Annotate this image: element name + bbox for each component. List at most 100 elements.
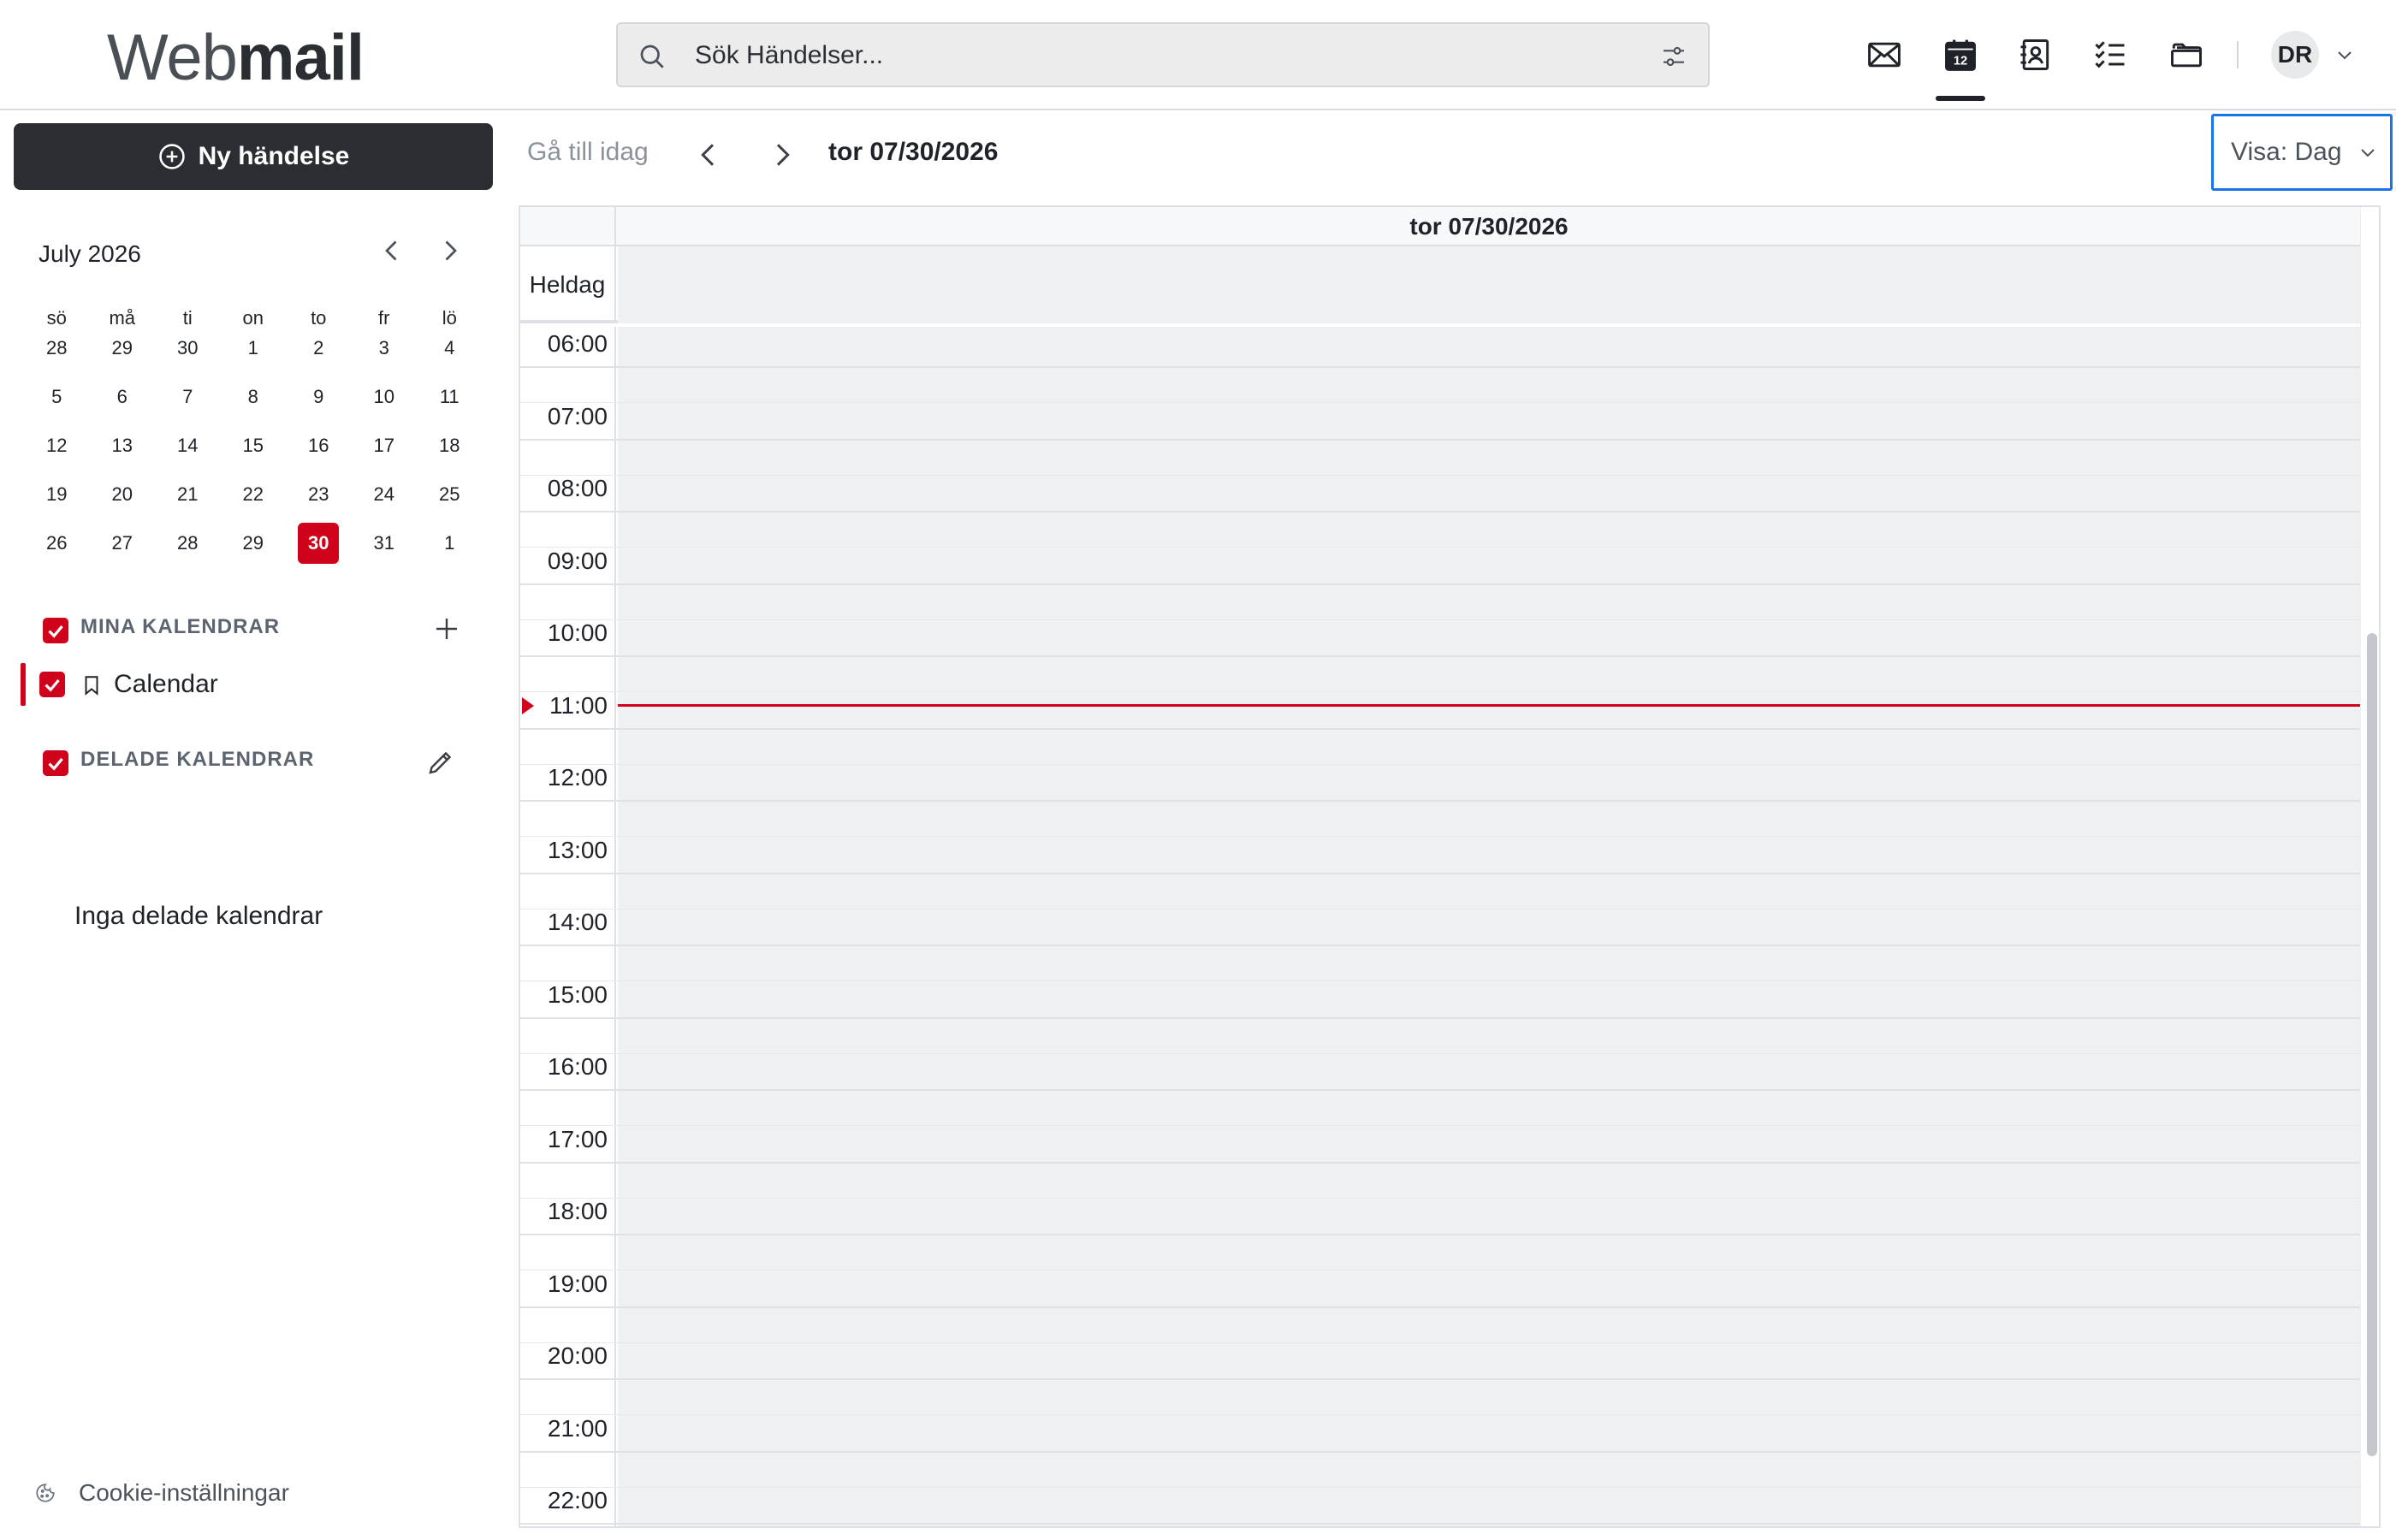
chevron-left-icon[interactable] [691,138,726,172]
mini-calendar-day[interactable]: 5 [24,380,90,429]
mini-calendar-day[interactable]: 6 [90,380,156,429]
half-hour-gridline [520,619,2360,620]
hour-label: 14:00 [547,909,608,935]
nav-tasks-button[interactable] [2088,33,2132,77]
mini-calendar-day[interactable]: 28 [155,526,221,575]
mini-calendar-day[interactable]: 30 [286,523,352,575]
mini-calendar-day[interactable]: 29 [90,331,156,380]
my-calendars-label: MINA KALENDRAR [80,615,281,638]
time-labels-column: 06:00 07:00 08:00 09:00 10:00 11:00 12:00 13:00… [520,327,616,1526]
mini-calendar-week: 26 27 28 29 30 31 1 [24,523,496,575]
chevron-right-icon[interactable] [435,235,466,266]
hour-label: 22:00 [547,1487,608,1513]
search-box [616,22,1710,87]
go-to-today-button[interactable]: Gå till idag [527,138,649,167]
hour-gridline [520,1089,2360,1091]
hour-gridline [520,872,2360,874]
webmail-logo[interactable]: Webmail [107,19,365,98]
mini-calendar-day[interactable]: 11 [417,380,483,429]
calendar-item-checkbox[interactable] [39,672,65,697]
hour-label: 13:00 [547,836,608,863]
my-calendars-checkbox[interactable] [43,618,68,643]
mini-calendar-day[interactable]: 13 [90,429,156,477]
new-event-label: Ny händelse [198,142,350,170]
mini-calendar-day[interactable]: 28 [24,331,90,380]
calendar-icon-day: 12 [1954,54,1967,68]
hour-label: 19:00 [547,1270,608,1297]
weekday-label: to [311,307,327,329]
mini-calendar-day[interactable]: 30 [155,331,221,380]
mini-calendar-day[interactable]: 29 [221,526,287,575]
mini-calendar-day[interactable]: 27 [90,526,156,575]
day-column[interactable] [618,327,2360,1526]
hour-label: 18:00 [547,1198,608,1224]
new-event-button[interactable]: Ny händelse [14,123,493,190]
user-avatar[interactable]: DR [2271,31,2319,79]
checkmark-icon [48,757,63,771]
nav-files-button[interactable] [2164,33,2209,77]
mini-calendar-weekdays: sö må ti on to fr lö [24,305,496,331]
chevron-down-icon[interactable] [2334,44,2355,65]
mini-calendar-day[interactable]: 19 [24,477,90,526]
half-hour-gridline [520,980,2360,982]
cookie-settings-link[interactable]: Cookie-inställningar [34,1479,289,1507]
weekday-label: fr [378,307,390,329]
all-day-area[interactable] [618,246,2360,323]
mini-calendar-day[interactable]: 26 [24,526,90,575]
search-input[interactable] [695,33,1619,79]
view-select-dropdown[interactable]: Visa: Dag [2211,114,2393,191]
mini-calendar-day[interactable]: 12 [24,429,90,477]
mini-calendar-day[interactable]: 2 [286,331,352,380]
mini-calendar-day[interactable]: 24 [352,477,418,526]
mini-calendar-day[interactable]: 22 [221,477,287,526]
no-shared-calendars-text: Inga delade kalendrar [74,902,323,930]
shared-calendars-checkbox[interactable] [43,750,68,776]
mini-calendar-day[interactable]: 17 [352,429,418,477]
calendar-item-name[interactable]: Calendar [114,670,218,699]
plus-icon[interactable] [431,613,462,644]
chevron-left-icon[interactable] [377,235,407,266]
day-title[interactable]: tor 07/30/2026 [618,207,2360,246]
filter-sliders-icon[interactable] [1660,43,1687,70]
mini-calendar-day[interactable]: 31 [352,526,418,575]
mini-calendar-day[interactable]: 14 [155,429,221,477]
current-time-marker [522,696,534,714]
half-hour-gridline [520,1342,2360,1343]
nav-mail-button[interactable] [1862,33,1907,77]
mini-calendar-day[interactable]: 1 [221,331,287,380]
mini-calendar-day[interactable]: 8 [221,380,287,429]
mini-calendar-day[interactable]: 18 [417,429,483,477]
time-grid: 06:00 07:00 08:00 09:00 10:00 11:00 12:00 13:00… [520,327,2360,1526]
active-nav-indicator [1936,96,1985,101]
mini-calendar-day[interactable]: 3 [352,331,418,380]
pencil-edit-icon[interactable] [425,747,456,778]
hour-label: 15:00 [547,980,608,1008]
mini-calendar-day[interactable]: 23 [286,477,352,526]
nav-contacts-button[interactable] [2013,33,2057,77]
mini-calendar-day[interactable]: 9 [286,380,352,429]
hour-label: 17:00 [547,1125,608,1152]
mini-calendar-day[interactable]: 20 [90,477,156,526]
nav-calendar-button[interactable]: 12 [1938,33,1983,77]
mini-calendar-day[interactable]: 10 [352,380,418,429]
mini-calendar-day[interactable]: 1 [417,526,483,575]
mini-calendar-day[interactable]: 15 [221,429,287,477]
mini-calendar-week: 12 13 14 15 16 17 18 [24,429,496,477]
calendar-toolbar: Gå till idag tor 07/30/2026 [507,112,2396,198]
scrollbar-thumb[interactable] [2367,633,2377,1456]
hour-label: 16:00 [547,1053,608,1080]
mini-calendar-day[interactable]: 25 [417,477,483,526]
hour-gridline [520,511,2360,512]
half-hour-gridline [520,763,2360,765]
chevron-right-icon[interactable] [765,138,799,172]
half-hour-gridline [520,474,2360,476]
hour-gridline [520,366,2360,368]
scrollbar[interactable] [2360,207,2379,1526]
view-select-label: Visa: Dag [2231,138,2342,166]
mini-calendar-day[interactable]: 4 [417,331,483,380]
mini-calendar-day[interactable]: 16 [286,429,352,477]
hour-label: 21:00 [547,1414,608,1442]
mini-calendar-day[interactable]: 21 [155,477,221,526]
nav-separator [2237,41,2239,68]
mini-calendar-day[interactable]: 7 [155,380,221,429]
